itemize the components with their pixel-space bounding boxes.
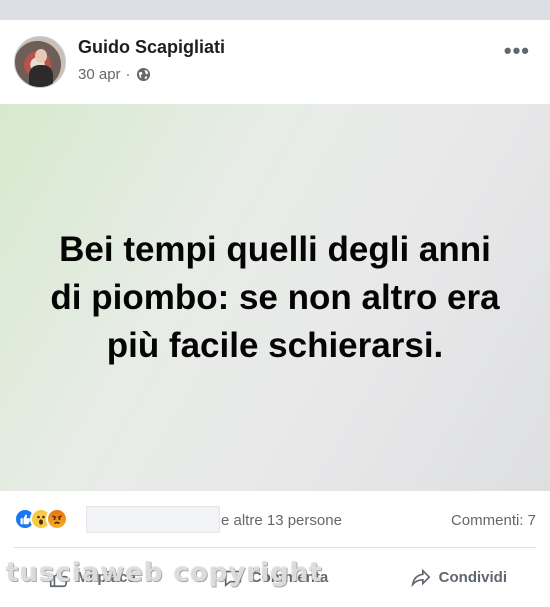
- post-text: Bei tempi quelli degli anni di piombo: s…: [50, 226, 499, 370]
- redacted-name: [86, 506, 220, 533]
- avatar-body: [29, 65, 53, 87]
- angry-icon: [46, 508, 68, 530]
- action-bar: Mi piace Commenta Condividi: [0, 548, 550, 607]
- comment-icon: [224, 570, 241, 587]
- post-text-line: più facile schierarsi.: [106, 325, 444, 365]
- avatar-face: [35, 49, 47, 63]
- comment-label: Commenta: [250, 569, 329, 586]
- comments-count[interactable]: Commenti: 7: [451, 512, 536, 529]
- meta-separator: ·: [125, 66, 131, 83]
- post-card: Guido Scapigliati 30 apr · ••• Bei tempi…: [0, 20, 550, 607]
- post-meta: 30 apr ·: [78, 66, 151, 83]
- globe-icon[interactable]: [136, 67, 151, 82]
- post-header: Guido Scapigliati 30 apr · •••: [0, 20, 550, 104]
- post-text-line: di piombo: se non altro era: [50, 277, 500, 317]
- others-reacted[interactable]: e altre 13 persone: [221, 512, 342, 529]
- author-name[interactable]: Guido Scapigliati: [78, 37, 225, 58]
- like-button[interactable]: Mi piace: [0, 548, 183, 607]
- comment-button[interactable]: Commenta: [183, 548, 366, 607]
- post-date[interactable]: 30 apr: [78, 66, 121, 83]
- post-content: Bei tempi quelli degli anni di piombo: s…: [0, 104, 550, 491]
- post-stats: e altre 13 persone Commenti: 7: [0, 491, 550, 547]
- post-text-line: Bei tempi quelli degli anni: [59, 229, 491, 269]
- share-icon: [411, 568, 431, 587]
- share-button[interactable]: Condividi: [367, 548, 550, 607]
- avatar[interactable]: [14, 36, 66, 88]
- thumbs-up-icon: [49, 569, 68, 587]
- reaction-summary[interactable]: [14, 508, 68, 530]
- share-label: Condividi: [438, 569, 507, 586]
- like-label: Mi piace: [76, 569, 136, 586]
- more-options-button[interactable]: •••: [504, 38, 530, 64]
- top-strip: [0, 0, 550, 20]
